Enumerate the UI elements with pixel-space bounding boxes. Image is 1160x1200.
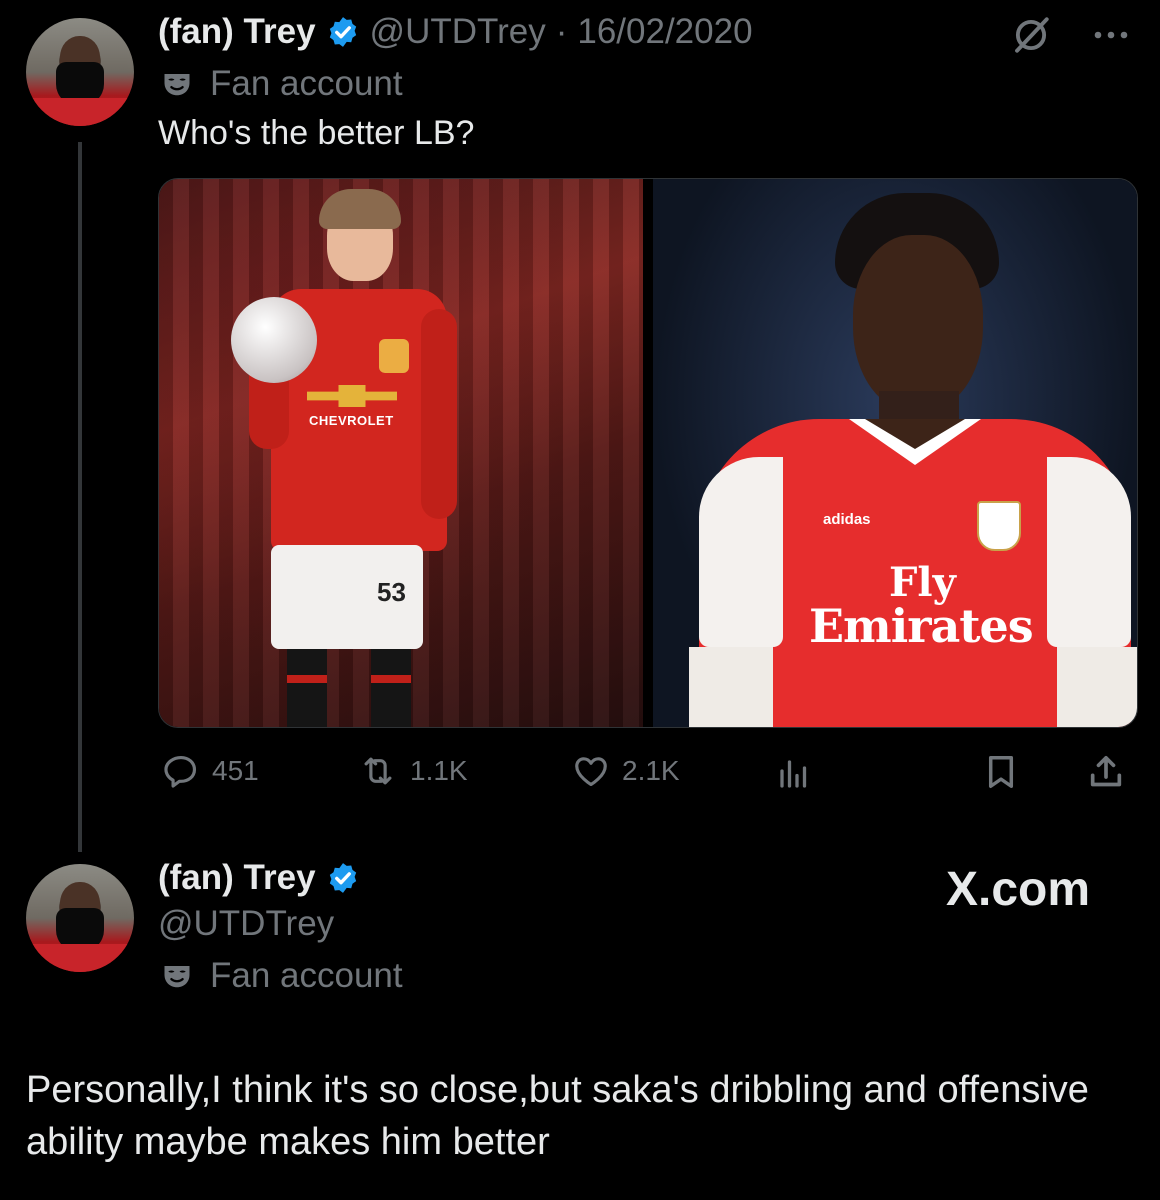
x-com-watermark: X.com xyxy=(946,863,1091,916)
like-count: 2.1K xyxy=(622,755,680,786)
shirt-number: 53 xyxy=(377,577,406,607)
like-icon xyxy=(575,757,607,787)
reply-icon xyxy=(164,755,197,788)
bookmark-icon[interactable] xyxy=(982,752,1020,792)
reply-fan-account-label: Fan account xyxy=(162,956,403,996)
kit-sponsor: CHEVROLET xyxy=(309,413,394,428)
display-name[interactable]: (fan) Trey xyxy=(158,12,316,52)
fan-account-text: Fan account xyxy=(210,64,403,103)
mask-icon xyxy=(164,966,190,988)
timestamp[interactable]: 16/02/2020 xyxy=(577,12,752,52)
reply-text: Personally,I think it's so close,but sak… xyxy=(26,1069,1089,1163)
repost-button[interactable]: 1.1K xyxy=(358,752,468,790)
reply-count: 451 xyxy=(212,755,259,786)
media-grid[interactable]: CHEVROLET 53 adidas Fly Emirates xyxy=(158,178,1138,728)
reply-avatar[interactable] xyxy=(26,864,134,972)
tweet-text: Who's the better LB? xyxy=(158,114,475,152)
player-photo-right[interactable]: adidas Fly Emirates xyxy=(653,179,1137,727)
reply-header: (fan) Trey xyxy=(158,858,360,898)
player-photo-left[interactable]: CHEVROLET 53 xyxy=(159,179,643,727)
share-icon[interactable] xyxy=(1086,752,1126,792)
thread-line xyxy=(78,142,82,852)
handle[interactable]: @UTDTrey xyxy=(370,12,546,52)
views-icon[interactable] xyxy=(774,756,814,792)
repost-count: 1.1K xyxy=(410,755,468,786)
mask-icon xyxy=(164,74,190,96)
separator: · xyxy=(555,12,568,51)
repost-icon xyxy=(364,757,392,785)
sponsor-line2: Emirates xyxy=(809,599,1034,653)
avatar[interactable] xyxy=(26,18,134,126)
reply-handle[interactable]: @UTDTrey xyxy=(158,904,334,944)
fan-account-label: Fan account xyxy=(162,64,403,104)
like-button[interactable]: 2.1K xyxy=(572,752,680,790)
kit-brand: adidas xyxy=(823,511,871,528)
reply-fan-account-text: Fan account xyxy=(210,956,403,995)
verified-badge-icon xyxy=(329,863,356,893)
tweet-header: (fan) Trey @UTDTrey · 16/02/2020 xyxy=(158,12,753,52)
verified-badge-icon xyxy=(329,17,356,47)
grok-icon[interactable] xyxy=(1010,14,1052,56)
reply-button[interactable]: 451 xyxy=(162,752,259,790)
more-icon[interactable] xyxy=(1090,20,1132,50)
reply-display-name[interactable]: (fan) Trey xyxy=(158,858,316,898)
